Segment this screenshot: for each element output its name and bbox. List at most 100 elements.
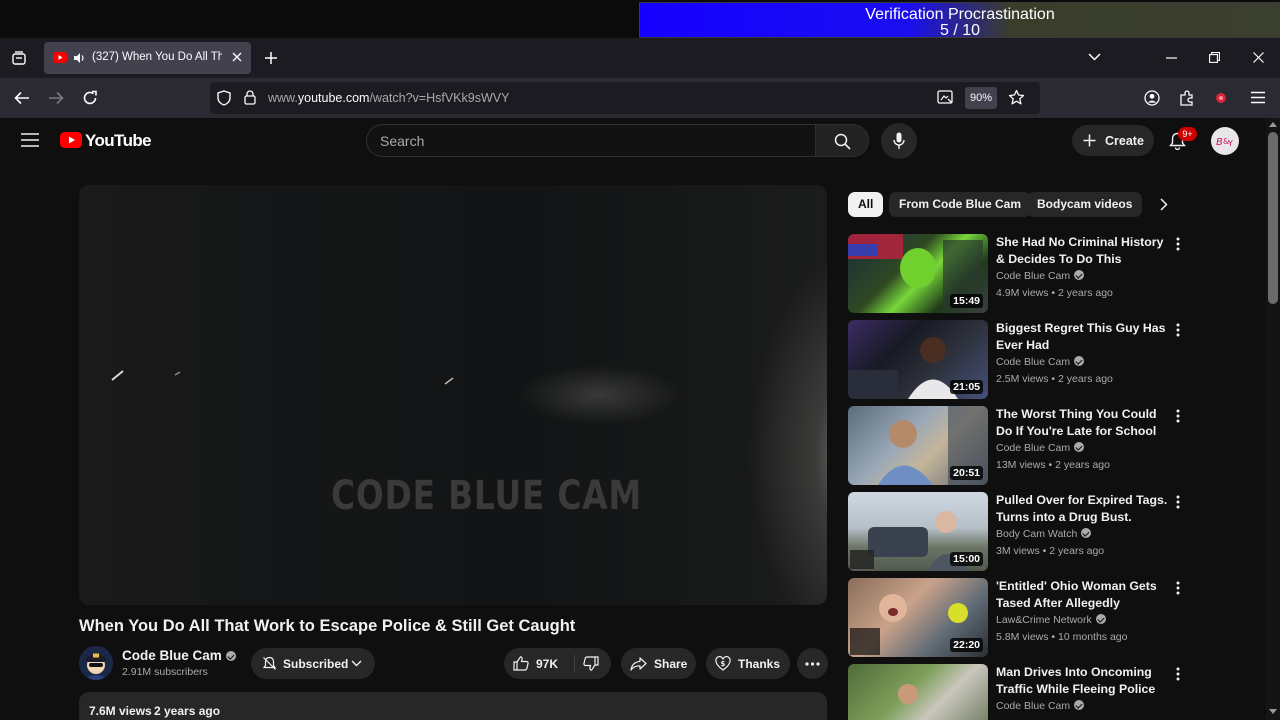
close-window-icon[interactable] <box>1253 52 1264 63</box>
video-thumbnail[interactable]: 15:00 <box>848 492 988 571</box>
more-vertical-icon[interactable] <box>1174 236 1182 252</box>
recommendation-meta: 2.5M views • 2 years ago <box>996 373 1113 385</box>
recommendation-item[interactable]: 15:00 Pulled Over for Expired Tags. Turn… <box>848 492 1188 572</box>
dislike-button[interactable] <box>575 648 611 679</box>
tab-title: (327) When You Do All That Work to Escap… <box>92 51 222 63</box>
more-actions-button[interactable] <box>797 648 828 679</box>
more-vertical-icon[interactable] <box>1174 408 1182 424</box>
create-label: Create <box>1105 134 1144 148</box>
tab-list-icon[interactable] <box>11 50 27 66</box>
recommendation-item[interactable]: 15:49 She Had No Criminal History & Deci… <box>848 234 1188 314</box>
restore-icon[interactable] <box>1209 52 1220 63</box>
verified-badge-icon <box>1074 270 1085 280</box>
recommendation-channel[interactable]: Code Blue Cam <box>996 700 1085 712</box>
subscribed-button[interactable]: Subscribed <box>251 648 375 679</box>
chip-from-channel[interactable]: From Code Blue Cam <box>889 192 1032 217</box>
recommendation-channel[interactable]: Code Blue Cam <box>996 270 1085 282</box>
recommendation-channel[interactable]: Law&Crime Network <box>996 614 1106 626</box>
recommendation-channel[interactable]: Code Blue Cam <box>996 442 1085 454</box>
lock-icon[interactable] <box>244 90 256 105</box>
hamburger-menu-icon[interactable] <box>1251 91 1265 104</box>
more-vertical-icon[interactable] <box>1174 580 1182 596</box>
recommendation-title[interactable]: Man Drives Into Oncoming Traffic While F… <box>996 664 1168 698</box>
recommendation-item[interactable]: Man Drives Into Oncoming Traffic While F… <box>848 664 1188 720</box>
browser-nav-bar: www.youtube.com/watch?v=HsfVKk9sWVY 90% <box>0 78 1280 118</box>
video-thumbnail[interactable]: 22:20 <box>848 578 988 657</box>
search-input[interactable]: Search <box>366 124 816 157</box>
extension-red-icon[interactable] <box>1214 91 1228 105</box>
recommendation-meta: 5.8M views • 10 months ago <box>996 631 1128 643</box>
bookmark-star-icon[interactable] <box>1008 89 1025 106</box>
video-thumbnail[interactable]: 20:51 <box>848 406 988 485</box>
recommendation-item[interactable]: 21:05 Biggest Regret This Guy Has Ever H… <box>848 320 1188 400</box>
video-thumbnail[interactable]: 21:05 <box>848 320 988 399</box>
video-duration: 22:20 <box>950 638 983 652</box>
verified-badge-icon <box>1074 442 1085 452</box>
search-button[interactable] <box>815 124 869 157</box>
minimize-icon[interactable] <box>1166 57 1177 59</box>
account-icon[interactable] <box>1144 90 1160 106</box>
more-vertical-icon[interactable] <box>1174 666 1182 682</box>
recommendation-title[interactable]: The Worst Thing You Could Do If You're L… <box>996 406 1168 440</box>
recommendation-channel-text: Body Cam Watch <box>996 528 1078 540</box>
tracking-protection-shield-icon[interactable] <box>217 90 231 106</box>
verified-badge-icon <box>1095 614 1106 624</box>
plus-icon <box>1083 134 1096 147</box>
close-tab-icon[interactable] <box>231 51 243 63</box>
channel-avatar[interactable] <box>79 646 113 680</box>
scroll-up-arrow-icon[interactable] <box>1269 122 1277 127</box>
recommendation-meta: 3M views • 2 years ago <box>996 545 1105 557</box>
verified-badge-icon <box>1081 528 1092 538</box>
recommendation-channel[interactable]: Body Cam Watch <box>996 528 1092 540</box>
recommendation-title[interactable]: Biggest Regret This Guy Has Ever Had <box>996 320 1168 354</box>
picture-in-picture-icon[interactable] <box>937 90 953 105</box>
thanks-button[interactable]: $ Thanks <box>706 648 790 679</box>
extensions-puzzle-icon[interactable] <box>1179 90 1195 106</box>
forward-icon[interactable] <box>48 91 64 105</box>
like-button[interactable]: 97K <box>504 648 574 679</box>
url-text[interactable]: www.youtube.com/watch?v=HsfVKk9sWVY <box>268 91 509 105</box>
reload-icon[interactable] <box>82 90 98 106</box>
channel-name[interactable]: Code Blue Cam <box>122 648 236 663</box>
chevron-down-icon <box>351 660 362 667</box>
user-avatar[interactable]: B & Y <box>1211 127 1239 155</box>
back-icon[interactable] <box>14 91 30 105</box>
verified-badge-icon <box>1074 356 1085 366</box>
video-thumbnail[interactable]: 15:49 <box>848 234 988 313</box>
address-bar[interactable]: www.youtube.com/watch?v=HsfVKk9sWVY 90% <box>210 82 1040 114</box>
chip-bodycam-videos[interactable]: Bodycam videos <box>1027 192 1143 217</box>
voice-search-button[interactable] <box>881 123 917 159</box>
chips-next-chevron-icon[interactable] <box>1160 198 1168 211</box>
video-duration: 15:49 <box>950 294 983 308</box>
recommendation-item[interactable]: 20:51 The Worst Thing You Could Do If Yo… <box>848 406 1188 486</box>
recommendation-channel-text: Code Blue Cam <box>996 442 1071 454</box>
page-scrollbar[interactable] <box>1266 118 1280 720</box>
create-button[interactable]: Create <box>1072 125 1154 156</box>
scroll-down-arrow-icon[interactable] <box>1269 709 1277 714</box>
recommendation-channel-text: Law&Crime Network <box>996 614 1092 626</box>
chip-all[interactable]: All <box>848 192 884 217</box>
more-vertical-icon[interactable] <box>1174 494 1182 510</box>
list-all-tabs-chevron-icon[interactable] <box>1088 53 1101 61</box>
more-vertical-icon[interactable] <box>1174 322 1182 338</box>
search-placeholder: Search <box>380 133 425 149</box>
scrollbar-thumb[interactable] <box>1268 132 1278 304</box>
new-tab-icon[interactable] <box>264 51 278 65</box>
recommendation-title[interactable]: Pulled Over for Expired Tags. Turns into… <box>996 492 1168 526</box>
recommendation-channel[interactable]: Code Blue Cam <box>996 356 1085 368</box>
youtube-logo-text: YouTube <box>85 131 152 150</box>
description-box[interactable]: 7.6M views 2 years ago <box>79 692 827 720</box>
recommendation-item[interactable]: 22:20 'Entitled' Ohio Woman Gets Tased A… <box>848 578 1188 658</box>
browser-tab-youtube[interactable]: (327) When You Do All That Work to Escap… <box>44 42 251 74</box>
svg-text:B: B <box>1216 137 1223 148</box>
like-dislike-group: 97K <box>504 648 611 679</box>
video-thumbnail[interactable] <box>848 664 988 720</box>
speaker-icon[interactable] <box>73 52 86 64</box>
recommendation-title[interactable]: 'Entitled' Ohio Woman Gets Tased After A… <box>996 578 1168 612</box>
share-button[interactable]: Share <box>621 648 696 679</box>
share-label: Share <box>654 657 688 671</box>
guide-menu-icon[interactable] <box>21 133 39 147</box>
zoom-level-button[interactable]: 90% <box>965 87 997 109</box>
recommendation-title[interactable]: She Had No Criminal History & Decides To… <box>996 234 1168 268</box>
video-player[interactable]: CODE BLUE CAM <box>79 185 827 605</box>
